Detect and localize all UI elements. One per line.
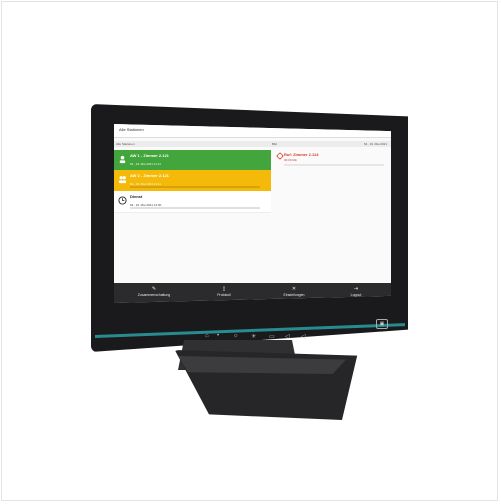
brightness-down-icon[interactable]: ☼ <box>233 333 239 339</box>
sub-header: Alle Stationen Bild Mi., 19. Mai 2021 <box>114 141 391 147</box>
persons-icon <box>118 176 127 184</box>
brightness-up-icon[interactable]: ☀ <box>251 333 256 340</box>
alert-title: AW 1 - Zimmer 2.121 <box>130 153 169 158</box>
nav-label: Logout <box>350 293 362 297</box>
nav-einstellungen[interactable]: ✕ Einstellungen <box>264 286 324 297</box>
volume-down-icon[interactable]: ◁ <box>285 333 290 340</box>
nav-logout[interactable]: ⇥ Logout <box>326 286 386 297</box>
alert-row-3[interactable]: Dienst Mi., 19. Mai 2021 12:00 <box>114 191 271 213</box>
alert-row-1[interactable]: AW 1 - Zimmer 2.121 Mi., 19. Mai 2021 11… <box>114 150 271 170</box>
tools-icon: ✕ <box>291 286 297 292</box>
camera-icon[interactable]: ▭ <box>269 333 275 340</box>
logout-icon: ⇥ <box>353 286 359 292</box>
alert-title: AW 2 - Zimmer 2.121 <box>130 173 169 178</box>
alert-row-2[interactable]: AW 2 - Zimmer 2.121 Mi., 19. Mai 2021 11… <box>114 170 271 191</box>
call-duration: 00:00 Min <box>284 158 298 162</box>
alert-progress-bar <box>130 207 260 209</box>
alarm-icon <box>276 152 284 160</box>
pencil-icon: ✎ <box>151 286 157 292</box>
alert-title: Dienst <box>130 194 143 199</box>
sub-header-mid: Bild <box>272 142 278 146</box>
clock-icon <box>118 196 127 205</box>
call-progress-bar <box>284 164 384 166</box>
call-title: Ruf: Zimmer 2.114 <box>284 152 319 157</box>
sub-header-left: Alle Stationen <box>116 142 135 146</box>
power-led-icon: ⌂ <box>205 333 209 339</box>
page-title: Alle Stationen <box>119 127 144 132</box>
dot-icon: • <box>217 333 220 339</box>
nav-label: Einstellungen <box>283 293 305 297</box>
alert-time: Mi., 19. Mai 2021 11:11 <box>130 162 161 166</box>
alert-progress-bar <box>130 186 260 188</box>
person-icon <box>119 155 126 164</box>
nav-label: Protokoll <box>217 293 231 297</box>
nav-label: Zusammenschaltung <box>137 293 171 297</box>
nav-zusammenschaltung[interactable]: ✎ Zusammenschaltung <box>124 286 184 297</box>
doc-icon: ▯ <box>222 286 226 292</box>
volume-up-icon[interactable]: ◁ <box>301 333 306 340</box>
brand-logo-icon: ▣ <box>376 319 388 329</box>
call-detail-panel[interactable]: Ruf: Zimmer 2.114 00:00 Min <box>274 150 389 180</box>
sub-header-date: Mi., 19. Mai 2021 <box>363 142 387 146</box>
nav-protokoll[interactable]: ▯ Protokoll <box>194 286 254 297</box>
monitor-screen: Alle Stationen Alle Stationen Bild Mi., … <box>114 124 391 303</box>
